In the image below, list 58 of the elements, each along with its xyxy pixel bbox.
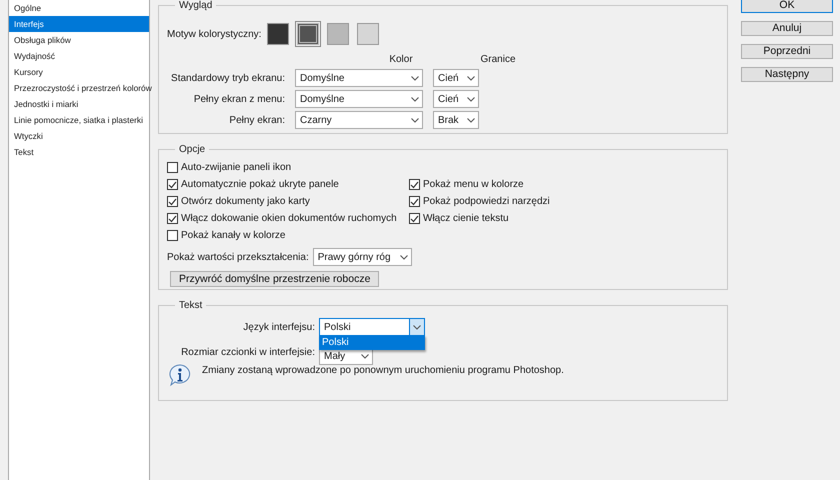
theme-swatch[interactable]: [297, 23, 320, 45]
chevron-down-icon: [400, 254, 408, 260]
info-icon: [168, 363, 192, 387]
column-header: Granice: [479, 54, 516, 64]
color-dropdown[interactable]: Domyślne: [295, 69, 423, 87]
category-item[interactable]: Tekst: [9, 144, 149, 160]
field-label: Standardowy tryb ekranu:: [170, 72, 285, 84]
field-label: Pełny ekran z menu:: [192, 94, 285, 104]
transform-dropdown[interactable]: Prawy górny róg: [312, 248, 412, 266]
field-label: Pokaż wartości przekształcenia:: [167, 252, 309, 262]
chevron-down-icon: [361, 354, 369, 358]
language-dropdown[interactable]: Polski: [319, 318, 425, 336]
dialog-button[interactable]: Anuluj: [741, 21, 833, 36]
category-item[interactable]: Obsługa plików: [9, 32, 149, 48]
chevron-down-icon: [411, 76, 419, 80]
checkbox[interactable]: Włącz dokowanie okien dokumentów ruchomych: [167, 210, 409, 227]
theme-swatch[interactable]: [327, 23, 350, 45]
group-title: Wygląd: [178, 0, 214, 11]
checkbox[interactable]: Pokaż podpowiedzi narzędzi: [409, 193, 719, 210]
dialog-button[interactable]: Następny: [741, 67, 833, 82]
field-label: Motyw kolorystyczny:: [167, 28, 262, 40]
category-item[interactable]: Ogólne: [9, 0, 149, 16]
category-item[interactable]: Interfejs: [9, 16, 149, 32]
category-item[interactable]: Wydajność: [9, 48, 149, 64]
field-label: Pełny ekran:: [228, 114, 285, 126]
category-item[interactable]: Kursory: [9, 64, 149, 80]
reset-workspaces-button[interactable]: Przywróć domyślne przestrzenie robocze: [170, 271, 380, 287]
checkbox[interactable]: Pokaż kanały w kolorze: [167, 227, 409, 244]
theme-swatch[interactable]: [357, 23, 380, 45]
field-label: Język interfejsu:: [242, 322, 315, 332]
dropdown-option[interactable]: Polski: [319, 335, 425, 350]
category-item[interactable]: Jednostki i miarki: [9, 96, 149, 112]
category-item[interactable]: Wtyczki: [9, 128, 149, 144]
chevron-down-icon: [467, 96, 475, 102]
chevron-down-icon: [411, 118, 419, 122]
border-dropdown[interactable]: Cień: [433, 69, 479, 87]
field-label: Rozmiar czcionki w interfejsie:: [180, 346, 315, 358]
chevron-down-icon: [467, 118, 475, 122]
dialog-button[interactable]: OK: [741, 0, 833, 13]
color-dropdown[interactable]: Domyślne: [295, 90, 423, 108]
checkbox[interactable]: Włącz cienie tekstu: [409, 210, 719, 227]
checkbox[interactable]: Automatycznie pokaż ukryte panele: [167, 176, 409, 193]
category-item[interactable]: Linie pomocnicze, siatka i plasterki: [9, 112, 149, 128]
theme-swatch[interactable]: [267, 23, 290, 45]
checkbox[interactable]: Otwórz dokumenty jako karty: [167, 193, 409, 210]
dialog-button[interactable]: Poprzedni: [741, 44, 833, 59]
checkbox[interactable]: Pokaż menu w kolorze: [409, 176, 719, 193]
chevron-down-icon: [467, 76, 475, 80]
border-dropdown[interactable]: Cień: [433, 90, 479, 108]
group-title: Opcje: [178, 144, 206, 155]
checkbox[interactable]: Auto-zwijanie paneli ikon: [167, 159, 409, 176]
border-dropdown[interactable]: Brak: [433, 111, 479, 129]
chevron-down-icon: [411, 96, 419, 102]
column-header: Kolor: [388, 54, 414, 64]
info-message: Zmiany zostaną wprowadzone po ponownym uruchomieniu programu Photoshop.: [202, 365, 564, 376]
chevron-down-icon: [413, 324, 421, 330]
group-title: Tekst: [178, 300, 204, 311]
color-dropdown[interactable]: Czarny: [295, 111, 423, 129]
